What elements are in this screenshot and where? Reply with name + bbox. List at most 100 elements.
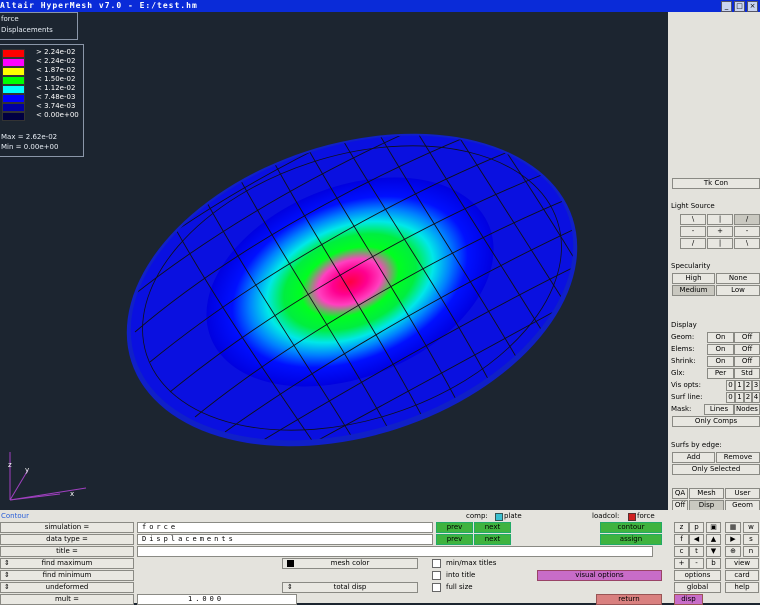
vis-opt-0-button[interactable]: 0 [726, 380, 735, 391]
disp-page-button[interactable]: disp [674, 594, 703, 605]
normal-button[interactable]: n [743, 546, 759, 557]
rotate-right-icon[interactable]: ▶ [725, 534, 741, 545]
title-button[interactable]: title = [0, 546, 134, 557]
light-sw-button[interactable]: / [680, 238, 706, 249]
simulation-prev-button[interactable]: prev [436, 522, 473, 533]
light-n-button[interactable]: | [707, 214, 733, 225]
surf-line-4-button[interactable]: 4 [752, 392, 760, 403]
mask-nodes-button[interactable]: Nodes [734, 404, 760, 415]
tk-con-button[interactable]: Tk Con [672, 178, 760, 189]
elems-off-button[interactable]: Off [734, 344, 760, 355]
maximize-button[interactable]: □ [734, 1, 745, 12]
simulation-next-button[interactable]: next [474, 522, 511, 533]
data-type-button[interactable]: data type = [0, 534, 134, 545]
light-se-button[interactable]: \ [734, 238, 760, 249]
pan-button[interactable]: p [689, 522, 704, 533]
only-selected-button[interactable]: Only Selected [672, 464, 760, 475]
light-s-button[interactable]: | [707, 238, 733, 249]
find-maximum-button[interactable]: ⇕ find maximum [0, 558, 134, 569]
view-button[interactable]: view [725, 558, 759, 569]
mesh-tab[interactable]: Mesh [689, 488, 724, 499]
rotate-left-icon[interactable]: ◀ [689, 534, 704, 545]
spec-low-button[interactable]: Low [716, 285, 760, 296]
vis-opt-2-button[interactable]: 2 [744, 380, 752, 391]
surf-line-2-button[interactable]: 2 [744, 392, 752, 403]
mult-field[interactable]: 1.000 [137, 594, 297, 605]
simulation-button[interactable]: simulation = [0, 522, 134, 533]
global-button[interactable]: global [674, 582, 721, 593]
data-type-field[interactable]: Displacements [137, 534, 433, 545]
assign-button[interactable]: assign [600, 534, 662, 545]
glx-per-button[interactable]: Per [707, 368, 734, 379]
return-button[interactable]: return [596, 594, 662, 605]
comp-value[interactable]: plate [504, 511, 522, 521]
shrink-off-button[interactable]: Off [734, 356, 760, 367]
contour-button[interactable]: contour [600, 522, 662, 533]
rotate-down-icon[interactable]: ▼ [706, 546, 721, 557]
back-button[interactable]: b [706, 558, 721, 569]
mesh-color-button[interactable]: mesh color [282, 558, 418, 569]
simulation-field[interactable]: force [137, 522, 433, 533]
legend-swatch [2, 85, 25, 94]
light-center-button[interactable]: + [707, 226, 733, 237]
geom-on-button[interactable]: On [707, 332, 734, 343]
wireframe-button[interactable]: w [743, 522, 759, 533]
zoom-out-button[interactable]: - [689, 558, 704, 569]
add-button[interactable]: Add [672, 452, 715, 463]
options-button[interactable]: options [674, 570, 721, 581]
light-source-title: Light Source [671, 202, 715, 210]
loadcol-value[interactable]: force [637, 511, 655, 521]
spec-high-button[interactable]: High [672, 273, 715, 284]
mask-lines-button[interactable]: Lines [704, 404, 734, 415]
top-view-button[interactable]: t [689, 546, 704, 557]
vis-opt-3-button[interactable]: 3 [752, 380, 760, 391]
qa-tab[interactable]: QA [672, 488, 688, 499]
spec-none-button[interactable]: None [716, 273, 760, 284]
elems-on-button[interactable]: On [707, 344, 734, 355]
geom-off-button[interactable]: Off [734, 332, 760, 343]
visual-options-button[interactable]: visual options [537, 570, 662, 581]
light-nw-button[interactable]: \ [680, 214, 706, 225]
user-tab[interactable]: User [725, 488, 760, 499]
spec-medium-button[interactable]: Medium [672, 285, 715, 296]
minimize-button[interactable]: _ [721, 1, 732, 12]
shrink-on-button[interactable]: On [707, 356, 734, 367]
remove-button[interactable]: Remove [716, 452, 760, 463]
card-button[interactable]: card [725, 570, 759, 581]
undeformed-button[interactable]: ⇕ undeformed [0, 582, 134, 593]
specularity-title: Specularity [671, 262, 711, 270]
total-disp-button[interactable]: ⇕ total disp [282, 582, 418, 593]
zoom-in-button[interactable]: + [674, 558, 689, 569]
grid-view-icon[interactable]: ▦ [725, 522, 741, 533]
light-ne-button[interactable]: / [734, 214, 760, 225]
vis-opt-1-button[interactable]: 1 [735, 380, 744, 391]
full-size-checkbox[interactable] [432, 583, 441, 592]
graphics-viewport[interactable]: x y z force Displacements > 2.24e-02 < 2… [0, 12, 668, 510]
minmax-titles-checkbox[interactable] [432, 559, 441, 568]
center-button[interactable]: c [674, 546, 689, 557]
into-title-checkbox[interactable] [432, 571, 441, 580]
glx-std-button[interactable]: Std [734, 368, 760, 379]
title-label: title [56, 547, 70, 555]
simulation-label: simulation [44, 523, 82, 531]
help-button[interactable]: help [725, 582, 759, 593]
title-field[interactable] [137, 546, 653, 557]
light-e-button[interactable]: - [734, 226, 760, 237]
window-zoom-icon[interactable]: ▣ [706, 522, 721, 533]
only-comps-button[interactable]: Only Comps [672, 416, 760, 427]
find-minimum-button[interactable]: ⇕ find minimum [0, 570, 134, 581]
datatype-prev-button[interactable]: prev [436, 534, 473, 545]
surf-line-1-button[interactable]: 1 [735, 392, 744, 403]
rotate-center-icon[interactable]: ⊕ [725, 546, 741, 557]
shaded-button[interactable]: s [743, 534, 759, 545]
rotate-up-icon[interactable]: ▲ [706, 534, 721, 545]
window-title-bar[interactable]: Altair HyperMesh v7.0 - E:/test.hm _ □ × [0, 0, 760, 12]
datatype-next-button[interactable]: next [474, 534, 511, 545]
mult-button[interactable]: mult = [0, 594, 134, 605]
surf-line-0-button[interactable]: 0 [726, 392, 735, 403]
into-title-label: into title [446, 571, 476, 579]
fit-button[interactable]: f [674, 534, 689, 545]
close-button[interactable]: × [747, 1, 758, 12]
light-w-button[interactable]: - [680, 226, 706, 237]
zoom-button[interactable]: z [674, 522, 689, 533]
